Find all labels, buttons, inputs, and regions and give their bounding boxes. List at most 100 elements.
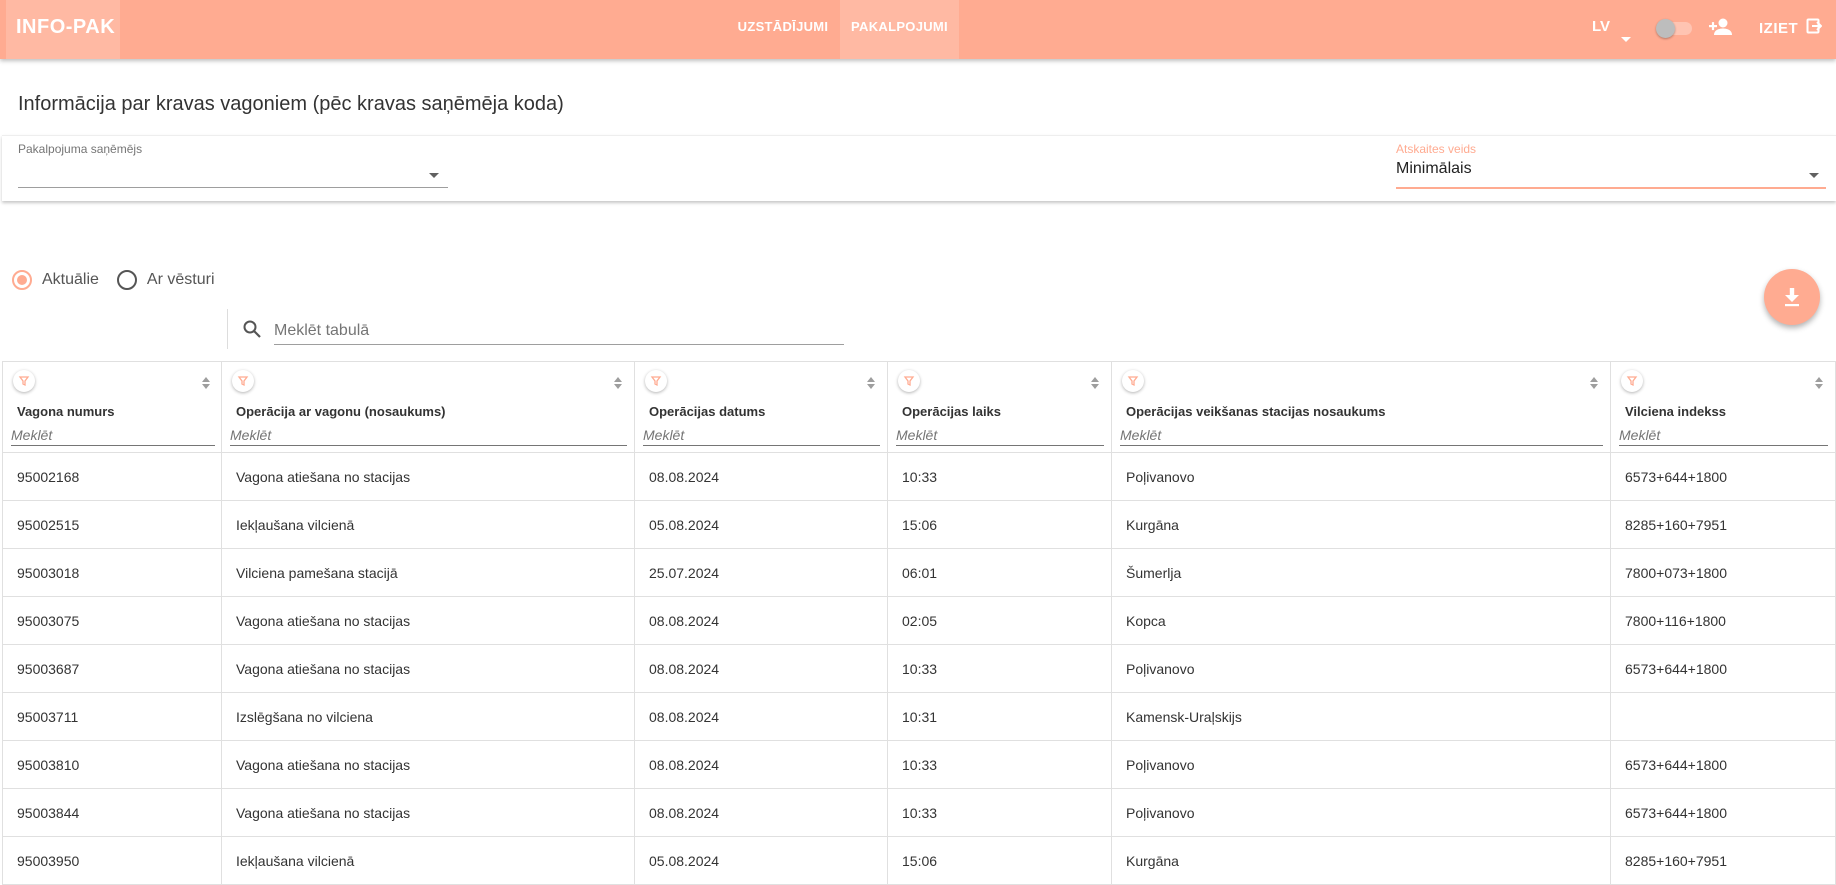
cell-operation-time: 10:33 — [888, 741, 1112, 789]
radio-history-label: Ar vēsturi — [146, 271, 215, 288]
download-button[interactable] — [1764, 269, 1820, 325]
column-header-station-name: Operācijas veikšanas stacijas nosaukums — [1112, 362, 1611, 453]
chevron-down-icon[interactable] — [1809, 173, 1819, 178]
chevron-down-icon[interactable] — [1621, 37, 1631, 42]
table-row[interactable]: 95003844 Vagona atiešana no stacijas 08.08… — [2, 789, 1836, 837]
nav-settings[interactable]: UZSTĀDĪJUMI — [726, 0, 840, 59]
filter-icon[interactable] — [13, 370, 35, 392]
column-label: Operācijas veikšanas stacijas nosaukums — [1126, 404, 1386, 419]
radio-current-circle[interactable] — [12, 270, 32, 290]
cell-train-index: 7800+116+1800 — [1611, 597, 1836, 645]
cell-station-name: Poļivanovo — [1112, 789, 1611, 837]
cell-station-name: Poļivanovo — [1112, 741, 1611, 789]
column-search-input[interactable] — [11, 424, 215, 446]
cell-operation-time: 10:31 — [888, 693, 1112, 741]
table-row[interactable]: 95003018 Vilciena pamešana stacijā 25.07.2… — [2, 549, 1836, 597]
table-row[interactable]: 95003950 Iekļaušana vilcienā 05.08.2024 15:… — [2, 837, 1836, 885]
cell-operation-name: Izslēgšana no vilciena — [222, 693, 635, 741]
filter-icon[interactable] — [1122, 370, 1144, 392]
cell-wagon-number: 95002168 — [2, 453, 222, 501]
cell-operation-name: Vagona atiešana no stacijas — [222, 453, 635, 501]
table-row[interactable]: 95002168 Vagona atiešana no stacijas 08.08… — [2, 453, 1836, 501]
recipient-select[interactable]: Pakalpojuma saņēmējs — [18, 142, 448, 188]
cell-train-index: 7800+073+1800 — [1611, 549, 1836, 597]
filter-icon[interactable] — [898, 370, 920, 392]
report-type-value: Minimālais — [1396, 160, 1472, 177]
cell-train-index: 6573+644+1800 — [1611, 789, 1836, 837]
sort-icon[interactable] — [201, 376, 211, 390]
column-label: Operācija ar vagonu (nosaukums) — [236, 404, 446, 419]
data-table: Vagona numurs Operācija ar vagonu (nosauk… — [2, 361, 1836, 885]
radio-history[interactable]: Ar vēsturi — [116, 270, 215, 290]
nav-services[interactable]: PAKALPOJUMI — [840, 0, 959, 59]
cell-operation-name: Vilciena pamešana stacijā — [222, 549, 635, 597]
language-selector[interactable]: LV — [1592, 18, 1610, 35]
table-row[interactable]: 95002515 Iekļaušana vilcienā 05.08.2024 15:… — [2, 501, 1836, 549]
top-bar: INFO-PAK UZSTĀDĪJUMI PAKALPOJUMI LV IZIE… — [0, 0, 1836, 59]
table-row[interactable]: 95003075 Vagona atiešana no stacijas 08.08… — [2, 597, 1836, 645]
radio-current-label: Aktuālie — [42, 271, 99, 288]
cell-operation-name: Vagona atiešana no stacijas — [222, 597, 635, 645]
cell-train-index: 6573+644+1800 — [1611, 645, 1836, 693]
column-header-wagon-number: Vagona numurs — [2, 362, 222, 453]
cell-station-name: Kurgāna — [1112, 837, 1611, 885]
sort-icon[interactable] — [1814, 376, 1824, 390]
table-row[interactable]: 95003687 Vagona atiešana no stacijas 08.08… — [2, 645, 1836, 693]
column-label: Vagona numurs — [17, 404, 115, 419]
filter-icon[interactable] — [645, 370, 667, 392]
column-label: Operācijas laiks — [902, 404, 1002, 419]
cell-operation-name: Vagona atiešana no stacijas — [222, 789, 635, 837]
logout-icon — [1806, 18, 1823, 38]
logout-label: IZIET — [1759, 19, 1799, 37]
cell-operation-time: 15:06 — [888, 837, 1112, 885]
recipient-label: Pakalpojuma saņēmējs — [18, 142, 143, 156]
report-type-underline — [1396, 187, 1826, 189]
filter-icon[interactable] — [1621, 370, 1643, 392]
cell-station-name: Poļivanovo — [1112, 453, 1611, 501]
cell-train-index — [1611, 693, 1836, 741]
cell-train-index: 6573+644+1800 — [1611, 453, 1836, 501]
sort-icon[interactable] — [866, 376, 876, 390]
download-icon — [1785, 288, 1799, 307]
logout-button[interactable]: IZIET — [1759, 18, 1823, 38]
report-type-select[interactable]: Atskaites veids Minimālais — [1396, 142, 1826, 189]
add-user-icon[interactable] — [1708, 15, 1734, 39]
column-search-input[interactable] — [1619, 424, 1828, 446]
mode-radio-group: Aktuālie Ar vēsturi — [12, 270, 233, 290]
cell-operation-time: 10:33 — [888, 789, 1112, 837]
table-body: 95002168 Vagona atiešana no stacijas 08.08… — [2, 453, 1836, 885]
filter-icon[interactable] — [232, 370, 254, 392]
column-search-input[interactable] — [896, 424, 1104, 446]
theme-toggle[interactable] — [1656, 19, 1692, 38]
column-header-operation-date: Operācijas datums — [635, 362, 888, 453]
radio-history-circle[interactable] — [116, 270, 137, 290]
column-search-input[interactable] — [643, 424, 880, 446]
cell-wagon-number: 95003810 — [2, 741, 222, 789]
toggle-knob — [1656, 19, 1675, 38]
cell-operation-date: 08.08.2024 — [635, 789, 888, 837]
cell-operation-date: 08.08.2024 — [635, 453, 888, 501]
chevron-down-icon[interactable] — [429, 173, 439, 178]
sort-icon[interactable] — [1090, 376, 1100, 390]
cell-operation-time: 10:33 — [888, 645, 1112, 693]
radio-current[interactable]: Aktuālie — [12, 270, 99, 290]
table-search-input[interactable] — [274, 317, 844, 345]
cell-station-name: Kopca — [1112, 597, 1611, 645]
table-row[interactable]: 95003810 Vagona atiešana no stacijas 08.08… — [2, 741, 1836, 789]
filter-card: Pakalpojuma saņēmējs Atskaites veids Min… — [2, 135, 1836, 201]
sort-icon[interactable] — [1589, 376, 1599, 390]
column-search-input[interactable] — [230, 424, 627, 446]
cell-train-index: 8285+160+7951 — [1611, 501, 1836, 549]
column-header-train-index: Vilciena indekss — [1611, 362, 1836, 453]
table-row[interactable]: 95003711 Izslēgšana no vilciena 08.08.2024… — [2, 693, 1836, 741]
cell-station-name: Kamensk-Uraļskijs — [1112, 693, 1611, 741]
cell-wagon-number: 95003844 — [2, 789, 222, 837]
column-search-input[interactable] — [1120, 424, 1603, 446]
app-logo[interactable]: INFO-PAK — [6, 0, 120, 59]
cell-wagon-number: 95003950 — [2, 837, 222, 885]
table-header-row: Vagona numurs Operācija ar vagonu (nosauk… — [2, 362, 1836, 453]
cell-operation-name: Vagona atiešana no stacijas — [222, 741, 635, 789]
cell-operation-date: 05.08.2024 — [635, 837, 888, 885]
sort-icon[interactable] — [613, 376, 623, 390]
cell-station-name: Poļivanovo — [1112, 645, 1611, 693]
